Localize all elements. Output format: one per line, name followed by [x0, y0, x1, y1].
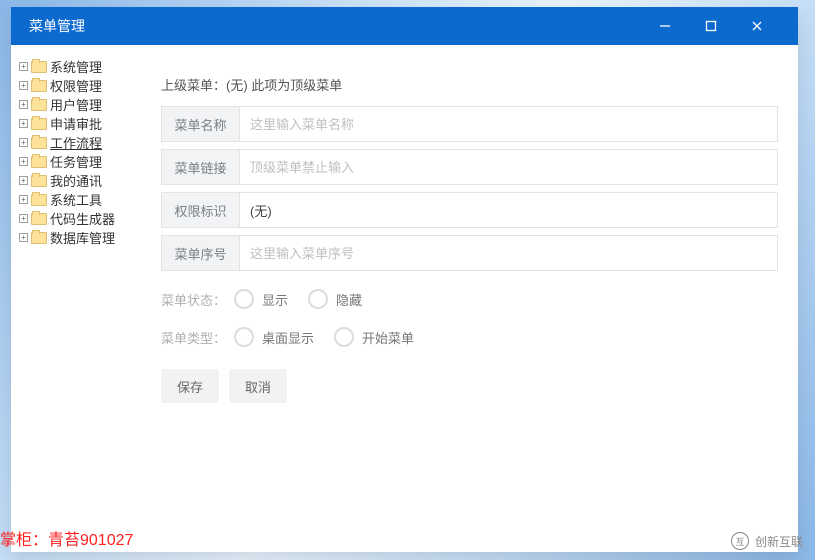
tree-item-label: 我的通讯: [50, 171, 102, 190]
field-order-row: 菜单序号: [161, 235, 778, 271]
tree-item-label: 系统工具: [50, 190, 102, 209]
tree-item-label: 代码生成器: [50, 209, 115, 228]
minimize-icon[interactable]: [642, 7, 688, 45]
status-hide-radio[interactable]: [308, 289, 328, 309]
tree-item[interactable]: + 用户管理: [19, 95, 133, 114]
tree-item[interactable]: + 权限管理: [19, 76, 133, 95]
tree-item-label: 权限管理: [50, 76, 102, 95]
field-order-label: 菜单序号: [162, 236, 240, 270]
tree-item[interactable]: + 数据库管理: [19, 228, 133, 247]
button-row: 保存 取消: [161, 369, 778, 403]
type-label: 菜单类型：: [161, 328, 226, 347]
expand-icon[interactable]: +: [19, 195, 28, 204]
tree-item-label: 数据库管理: [50, 228, 115, 247]
tree-item[interactable]: + 申请审批: [19, 114, 133, 133]
tree-item-label: 系统管理: [50, 57, 102, 76]
expand-icon[interactable]: +: [19, 100, 28, 109]
folder-icon: [31, 80, 47, 92]
expand-icon[interactable]: +: [19, 176, 28, 185]
type-row: 菜单类型： 桌面显示 开始菜单: [161, 327, 778, 347]
window-title: 菜单管理: [29, 16, 85, 36]
tree-item[interactable]: + 工作流程: [19, 133, 133, 152]
expand-icon[interactable]: +: [19, 81, 28, 90]
folder-icon: [31, 61, 47, 73]
content: + 系统管理 + 权限管理 + 用户管理 + 申请审批 + 工作流程 + 任务管理 + 我的通讯 + 系统工具…: [11, 45, 798, 552]
maximize-icon[interactable]: [688, 7, 734, 45]
folder-icon: [31, 175, 47, 187]
breadcrumb: 上级菜单：(无) 此项为顶级菜单: [161, 75, 778, 94]
folder-icon: [31, 213, 47, 225]
menu-perm-input[interactable]: [250, 193, 767, 227]
status-hide-text: 隐藏: [336, 290, 362, 309]
window-frame: 菜单管理 + 系统管理 + 权限管理 + 用户管理 + 申请审批 + 工作流程 + 任务管理 + 我的通讯…: [11, 7, 798, 552]
footer-text: 掌柜：青苔901027: [0, 526, 133, 550]
folder-icon: [31, 194, 47, 206]
folder-icon: [31, 137, 47, 149]
titlebar[interactable]: 菜单管理: [11, 7, 798, 45]
close-icon[interactable]: [734, 7, 780, 45]
status-show-text: 显示: [262, 290, 288, 309]
menu-tree: + 系统管理 + 权限管理 + 用户管理 + 申请审批 + 工作流程 + 任务管理 + 我的通讯 + 系统工具…: [11, 45, 141, 552]
menu-order-input[interactable]: [250, 236, 767, 270]
menu-form: 上级菜单：(无) 此项为顶级菜单 菜单名称 菜单链接 权限标识 菜单序号 菜单状…: [141, 45, 798, 552]
type-desktop-radio[interactable]: [234, 327, 254, 347]
folder-icon: [31, 118, 47, 130]
type-start-radio[interactable]: [334, 327, 354, 347]
field-link-label: 菜单链接: [162, 150, 240, 184]
tree-item-label: 任务管理: [50, 152, 102, 171]
status-label: 菜单状态：: [161, 290, 226, 309]
menu-name-input[interactable]: [250, 107, 767, 141]
field-name-label: 菜单名称: [162, 107, 240, 141]
expand-icon[interactable]: +: [19, 233, 28, 242]
watermark-text: 创新互联: [755, 533, 803, 550]
tree-item[interactable]: + 系统管理: [19, 57, 133, 76]
folder-icon: [31, 99, 47, 111]
save-button[interactable]: 保存: [161, 369, 219, 403]
expand-icon[interactable]: +: [19, 157, 28, 166]
type-desktop-text: 桌面显示: [262, 328, 314, 347]
expand-icon[interactable]: +: [19, 119, 28, 128]
status-row: 菜单状态： 显示 隐藏: [161, 289, 778, 309]
tree-item-label: 工作流程: [50, 133, 102, 152]
expand-icon[interactable]: +: [19, 138, 28, 147]
cancel-button[interactable]: 取消: [229, 369, 287, 403]
field-name-row: 菜单名称: [161, 106, 778, 142]
tree-item[interactable]: + 我的通讯: [19, 171, 133, 190]
expand-icon[interactable]: +: [19, 214, 28, 223]
tree-item-label: 申请审批: [50, 114, 102, 133]
field-perm-row: 权限标识: [161, 192, 778, 228]
menu-link-input[interactable]: [250, 150, 767, 184]
watermark: 互 创新互联: [731, 532, 803, 550]
field-link-row: 菜单链接: [161, 149, 778, 185]
status-show-radio[interactable]: [234, 289, 254, 309]
tree-item[interactable]: + 代码生成器: [19, 209, 133, 228]
type-start-text: 开始菜单: [362, 328, 414, 347]
tree-item-label: 用户管理: [50, 95, 102, 114]
folder-icon: [31, 232, 47, 244]
watermark-icon: 互: [731, 532, 749, 550]
field-perm-label: 权限标识: [162, 193, 240, 227]
folder-icon: [31, 156, 47, 168]
expand-icon[interactable]: +: [19, 62, 28, 71]
tree-item[interactable]: + 系统工具: [19, 190, 133, 209]
tree-item[interactable]: + 任务管理: [19, 152, 133, 171]
